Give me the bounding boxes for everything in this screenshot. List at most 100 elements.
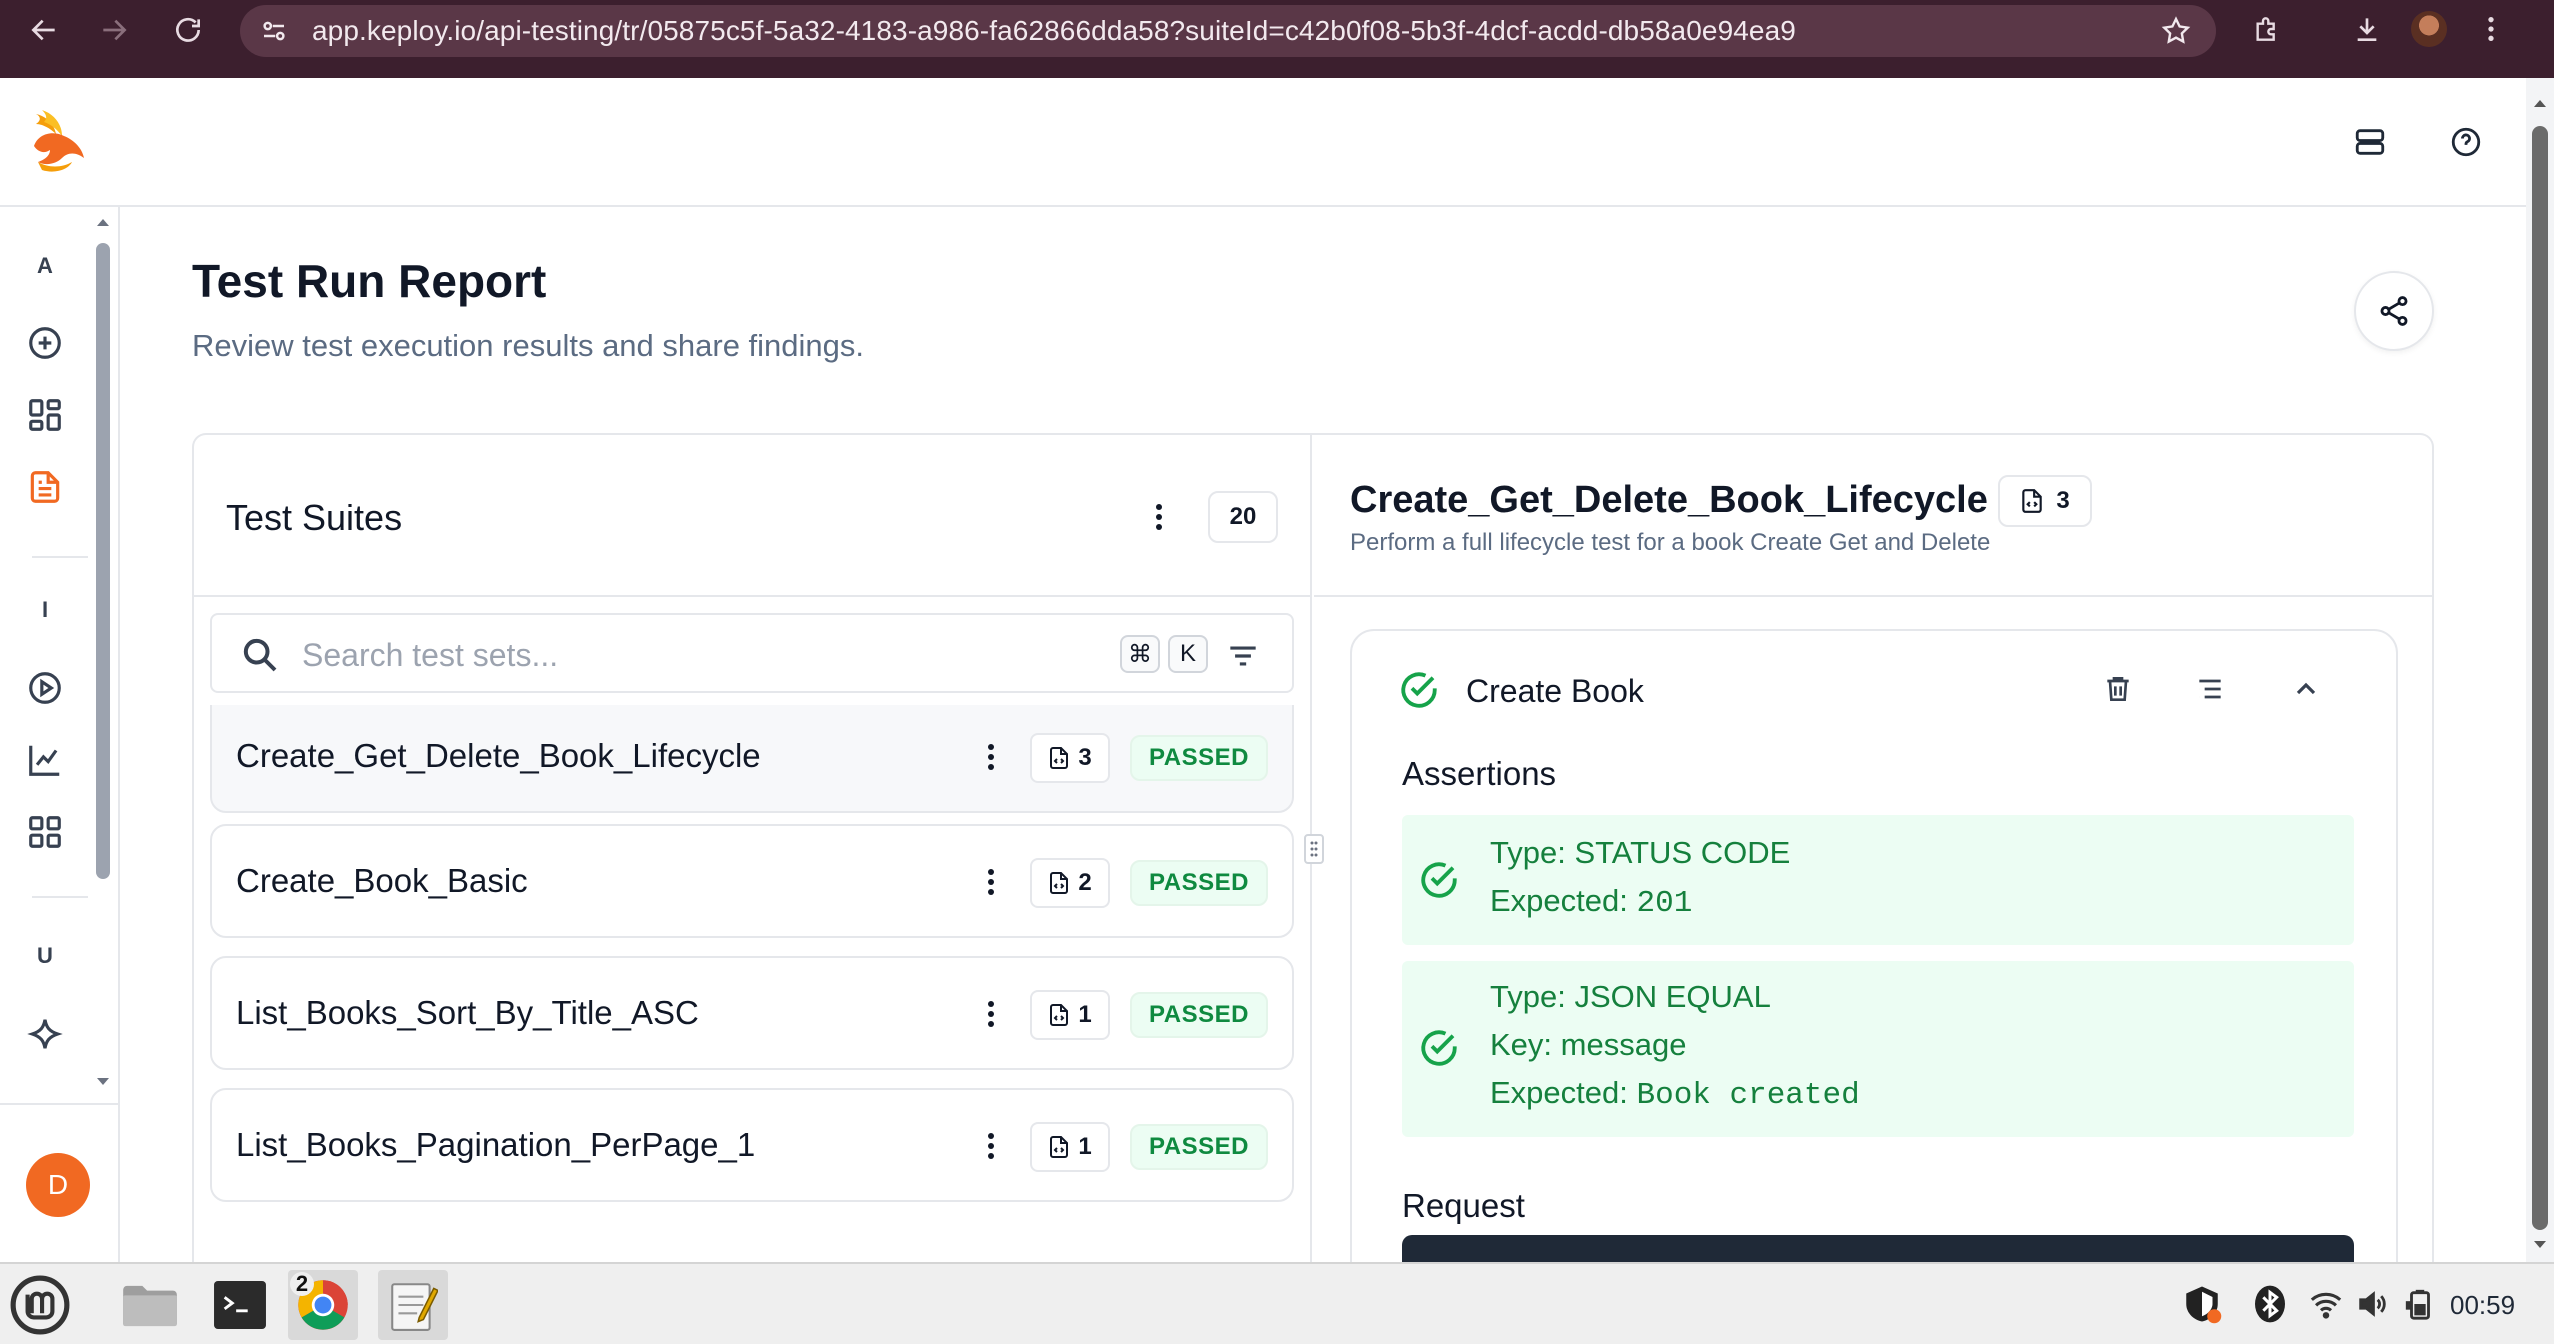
search-input[interactable]: Search test sets... ⌘ K — [210, 613, 1294, 693]
suite-detail-header: Create_Get_Delete_Book_Lifecycle 3 Perfo… — [1314, 435, 2432, 597]
text-editor-icon[interactable] — [378, 1270, 448, 1340]
server-icon[interactable] — [2346, 118, 2394, 166]
test-case-count: 3 — [1998, 475, 2092, 527]
file-code-icon — [2022, 489, 2043, 513]
back-icon[interactable] — [16, 2, 72, 58]
help-icon[interactable] — [2442, 118, 2490, 166]
assertion-item: Type: JSON EQUAL Key: message Expected: … — [1402, 961, 2354, 1137]
files-folder-icon[interactable] — [118, 1270, 182, 1340]
battery-icon[interactable] — [2398, 1282, 2442, 1326]
suite-menu-icon[interactable] — [976, 737, 1006, 777]
suite-menu-icon[interactable] — [976, 994, 1006, 1034]
test-case-count: 1 — [1030, 990, 1110, 1040]
keploy-logo[interactable] — [28, 108, 88, 174]
test-case-count: 3 — [1030, 733, 1110, 783]
site-info-icon[interactable] — [254, 11, 294, 51]
assertion-expected: Expected: 201 — [1490, 883, 1693, 921]
page-title: Test Run Report — [192, 255, 547, 307]
dashboard-icon[interactable] — [22, 392, 68, 438]
chrome-menu-icon[interactable] — [2460, 0, 2522, 58]
add-circle-icon[interactable] — [22, 320, 68, 366]
file-code-icon — [1050, 747, 1069, 769]
sidebar-scrollbar[interactable] — [96, 243, 110, 879]
app-header — [0, 78, 2526, 207]
sidebar-section-a: A — [37, 253, 53, 278]
kbd-cmd: ⌘ — [1120, 635, 1160, 673]
bluetooth-icon[interactable] — [2248, 1282, 2292, 1326]
chrome-taskbar-icon[interactable]: 2 — [288, 1270, 358, 1340]
bookmark-star-icon[interactable] — [2160, 15, 2192, 47]
system-clock: 00:59 — [2450, 1290, 2516, 1320]
suite-name: List_Books_Pagination_PerPage_1 — [236, 1126, 756, 1163]
delete-icon[interactable] — [2098, 669, 2138, 709]
sidebar-divider — [32, 896, 88, 898]
shield-icon[interactable] — [2180, 1282, 2224, 1326]
test-suites-panel: Test Suites 20 Search test sets... ⌘ K C… — [194, 435, 1312, 1262]
scroll-down-arrow[interactable] — [94, 1075, 112, 1089]
assertion-type: Type: JSON EQUAL — [1490, 979, 1771, 1014]
os-taskbar: 2 00:59 — [0, 1262, 2554, 1344]
sidebar-divider — [32, 556, 88, 558]
suite-name: Create_Get_Delete_Book_Lifecycle — [236, 737, 761, 774]
line-chart-icon[interactable] — [22, 737, 68, 783]
share-icon — [2380, 296, 2408, 326]
sidebar-divider — [0, 1103, 118, 1105]
profile-avatar[interactable] — [2398, 0, 2460, 58]
assertion-expected: Expected: Book created — [1490, 1075, 1860, 1113]
suite-name: Create_Book_Basic — [236, 862, 528, 899]
scroll-up-arrow[interactable] — [94, 215, 112, 229]
reload-icon[interactable] — [160, 2, 216, 58]
report-document-icon[interactable] — [22, 464, 68, 510]
extensions-icon[interactable] — [2236, 0, 2298, 58]
panel-resize-handle[interactable] — [1304, 834, 1324, 864]
play-circle-icon[interactable] — [22, 665, 68, 711]
suites-count-badge: 20 — [1208, 491, 1278, 543]
user-avatar[interactable]: D — [26, 1153, 90, 1217]
file-code-icon — [1050, 1136, 1069, 1158]
assertion-item: Type: STATUS CODE Expected: 201 — [1402, 815, 2354, 945]
chevron-up-icon[interactable] — [2286, 669, 2326, 709]
test-suites-header: Test Suites 20 — [194, 435, 1310, 597]
suite-menu-icon[interactable] — [976, 862, 1006, 902]
assertions-heading: Assertions — [1402, 755, 1557, 792]
search-icon — [243, 638, 277, 672]
suite-detail-title: Create_Get_Delete_Book_Lifecycle — [1350, 479, 1988, 521]
status-badge: PASSED — [1130, 735, 1268, 781]
status-badge: PASSED — [1130, 992, 1268, 1038]
wifi-icon[interactable] — [2304, 1282, 2348, 1326]
suite-item[interactable]: Create_Book_Basic 2 PASSED — [210, 824, 1294, 938]
list-details-icon[interactable] — [2190, 669, 2230, 709]
volume-icon[interactable] — [2350, 1282, 2394, 1326]
suite-item[interactable]: List_Books_Sort_By_Title_ASC 1 PASSED — [210, 956, 1294, 1070]
grid-icon[interactable] — [22, 809, 68, 855]
assertion-key: Key: message — [1490, 1027, 1687, 1062]
test-case-count: 2 — [1030, 858, 1110, 908]
sidebar-section-i: I — [41, 597, 49, 622]
start-menu-icon[interactable] — [6, 1270, 74, 1340]
terminal-icon[interactable] — [208, 1270, 272, 1340]
suite-menu-icon[interactable] — [976, 1126, 1006, 1166]
page-subtitle: Review test execution results and share … — [192, 328, 865, 363]
url-text: app.keploy.io/api-testing/tr/05875c5f-5a… — [312, 15, 1796, 46]
suite-item[interactable]: List_Books_Pagination_PerPage_1 1 PASSED — [210, 1088, 1294, 1202]
window-count-badge: 2 — [290, 1271, 314, 1296]
test-case-card: Create Book Assertions Type: STATUS CODE… — [1350, 629, 2398, 1262]
browser-toolbar: app.keploy.io/api-testing/tr/05875c5f-5a… — [0, 0, 2554, 78]
page-scrollbar[interactable] — [2526, 78, 2554, 1262]
suite-item[interactable]: Create_Get_Delete_Book_Lifecycle 3 PASSE… — [210, 705, 1294, 813]
address-bar[interactable]: app.keploy.io/api-testing/tr/05875c5f-5a… — [240, 5, 2216, 57]
filter-icon[interactable] — [1224, 637, 1262, 675]
left-sidebar: A I U D — [0, 207, 120, 1262]
request-code-block — [1402, 1235, 2354, 1262]
suites-menu-icon[interactable] — [1144, 497, 1174, 537]
suite-name: List_Books_Sort_By_Title_ASC — [236, 994, 699, 1031]
sparkle-icon[interactable] — [22, 1011, 68, 1057]
forward-icon[interactable] — [86, 2, 142, 58]
download-icon[interactable] — [2336, 0, 2398, 58]
share-button[interactable] — [2354, 271, 2434, 351]
check-circle-icon — [1421, 1030, 1457, 1066]
test-suites-title: Test Suites — [226, 497, 403, 538]
status-badge: PASSED — [1130, 860, 1268, 906]
request-heading: Request — [1402, 1187, 1525, 1224]
search-placeholder: Search test sets... — [302, 637, 559, 673]
